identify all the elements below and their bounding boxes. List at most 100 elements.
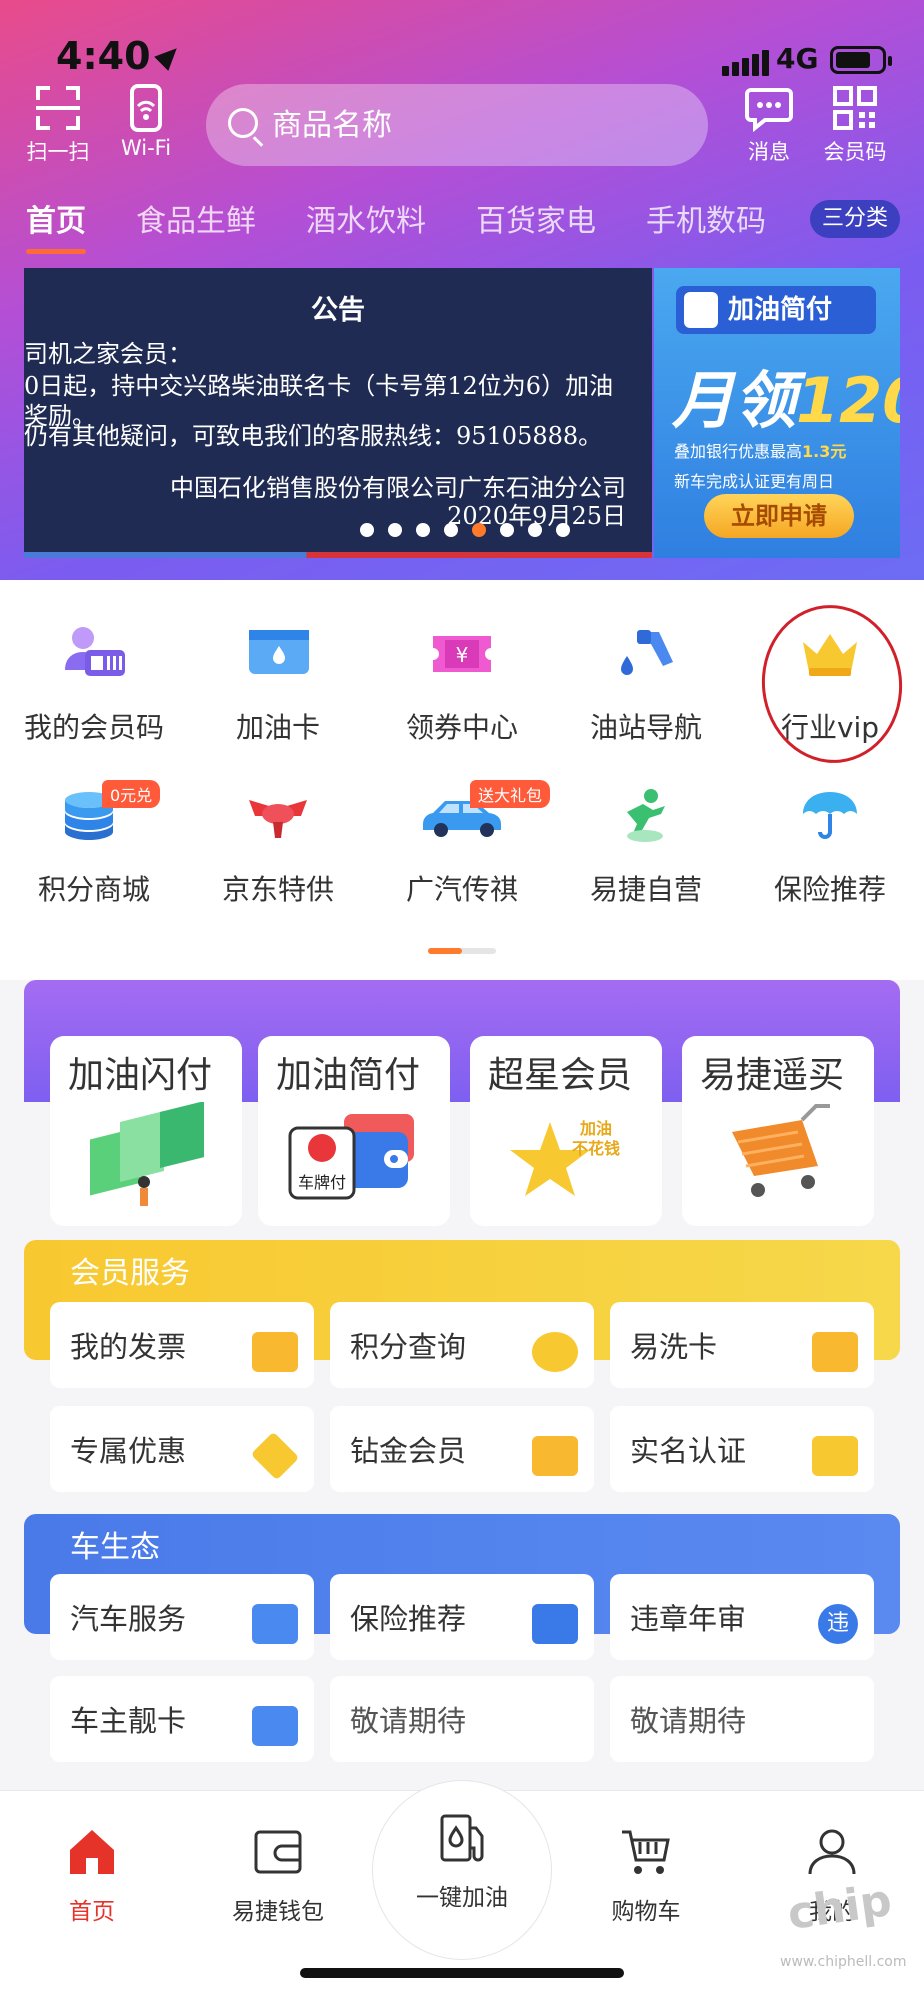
svg-text:chip: chip <box>785 1875 895 1940</box>
wash-card-icon <box>812 1332 858 1372</box>
category-tabs: 首页 食品生鲜 酒水饮料 百货家电 手机数码 三分类 <box>0 196 924 258</box>
carousel-dot[interactable] <box>388 523 402 537</box>
nav-label: 一键加油 <box>416 1885 508 1911</box>
grid-item-label: 我的会员码 <box>23 711 164 744</box>
grid-item-station-nav[interactable]: 油站导航 <box>556 624 736 746</box>
apply-now-button[interactable]: 立即申请 <box>704 494 854 538</box>
car-coming-soon: 敬请期待 <box>610 1676 874 1762</box>
watermark: chip www.chiphell.com <box>780 1875 907 1970</box>
category-button[interactable]: 三分类 <box>810 200 900 238</box>
promo-title: 加油简付 <box>276 1055 421 1096</box>
fuel-card-icon <box>243 624 313 684</box>
carousel-dot[interactable] <box>556 523 570 537</box>
home-icon <box>66 1826 118 1878</box>
id-card-icon <box>812 1436 858 1476</box>
car-insurance[interactable]: 保险推荐 <box>330 1574 594 1660</box>
carousel-dot[interactable] <box>528 523 542 537</box>
carousel-dot[interactable] <box>360 523 374 537</box>
grid-item-coupon-center[interactable]: ¥ 领券中心 <box>372 624 552 746</box>
service-points-query[interactable]: 积分查询 <box>330 1302 594 1388</box>
umbrella-icon <box>795 786 865 846</box>
announcement-banner[interactable]: 公告 司机之家会员： 0日起，持中交兴路柴油联名卡（卡号第12位为6）加油 奖励… <box>24 268 652 558</box>
grid-item-label: 广汽传祺 <box>405 873 518 906</box>
fuel-pump-icon <box>436 1812 488 1864</box>
location-arrow-icon <box>153 41 184 71</box>
service-real-name[interactable]: 实名认证 <box>610 1406 874 1492</box>
grid-item-points-mall[interactable]: 0元兑 积分商城 <box>4 780 184 908</box>
service-label: 实名认证 <box>630 1434 747 1468</box>
tab-home[interactable]: 首页 <box>26 196 86 254</box>
messages-button[interactable]: 消息 <box>729 84 809 166</box>
star-icon: 加油 不花钱 <box>500 1102 630 1212</box>
carousel-dot[interactable] <box>500 523 514 537</box>
tab-fresh-food[interactable]: 食品生鲜 <box>136 196 256 240</box>
car-service[interactable]: 汽车服务 <box>50 1574 314 1660</box>
promo-banner-line1: 叠加银行优惠最高1.3元 <box>674 442 847 461</box>
nav-wallet[interactable]: 易捷钱包 <box>208 1826 348 1926</box>
nav-cart[interactable]: 购物车 <box>576 1826 716 1926</box>
service-label: 积分查询 <box>350 1330 467 1364</box>
promo-card-remote-buy[interactable]: 易捷遥买 <box>682 1036 874 1226</box>
car-item-label: 保险推荐 <box>350 1602 467 1636</box>
tag-icon <box>250 1431 300 1481</box>
promo-card-super-star[interactable]: 超星会员 加油 不花钱 <box>470 1036 662 1226</box>
scan-label: 扫一扫 <box>26 140 90 164</box>
tab-drinks[interactable]: 酒水饮料 <box>306 196 426 240</box>
promo-card-simple-pay[interactable]: 加油简付 车牌付 <box>258 1036 450 1226</box>
promo-banner-fuel-pay[interactable]: 加油简付 月领120 叠加银行优惠最高1.3元 新车完成认证更有周日 立即申请 <box>654 268 900 558</box>
sinopec-logo-icon <box>684 292 718 328</box>
carousel-dots <box>360 522 584 541</box>
car-violation-inspection[interactable]: 违章年审 违 <box>610 1574 874 1660</box>
search-icon <box>228 108 258 138</box>
grid-item-label: 保险推荐 <box>773 873 886 906</box>
nav-home[interactable]: 首页 <box>22 1826 162 1926</box>
promo-title: 易捷遥买 <box>700 1055 845 1096</box>
runner-icon <box>611 786 681 846</box>
tab-appliances[interactable]: 百货家电 <box>476 196 596 240</box>
promo-title: 加油闪付 <box>68 1055 213 1096</box>
grid-item-fuel-card[interactable]: 加油卡 <box>188 624 368 746</box>
svg-text:加油: 加油 <box>579 1119 612 1138</box>
coupon-icon: ¥ <box>427 624 497 684</box>
car-service-icon <box>252 1604 298 1644</box>
banner-title: 公告 <box>311 295 365 326</box>
service-label: 钻金会员 <box>350 1434 467 1468</box>
service-exclusive-offers[interactable]: 专属优惠 <box>50 1406 314 1492</box>
status-bar: 4:40 4G <box>0 28 924 88</box>
member-code-label: 会员码 <box>823 140 887 164</box>
service-wash-card[interactable]: 易洗卡 <box>610 1302 874 1388</box>
insurance-shield-icon <box>532 1604 578 1644</box>
nav-label: 首页 <box>69 1899 115 1925</box>
grid-item-insurance[interactable]: 保险推荐 <box>740 786 920 908</box>
grid-item-jd-special[interactable]: 京东特供 <box>188 786 368 908</box>
wifi-label: Wi-Fi <box>120 136 172 160</box>
car-owner-card[interactable]: 车主靓卡 <box>50 1676 314 1762</box>
car-ecosystem-title: 车生态 <box>70 1530 160 1565</box>
carousel-dot-active[interactable] <box>472 523 486 537</box>
grid-item-easyjoy-self[interactable]: 易捷自营 <box>556 786 736 908</box>
home-indicator[interactable] <box>300 1968 624 1978</box>
cards-illustration-icon <box>80 1101 210 1212</box>
grid-item-member-code[interactable]: 我的会员码 <box>4 624 184 746</box>
promo-banner-headline: 月领120 <box>672 364 900 437</box>
nav-one-click-fuel[interactable]: 一键加油 <box>392 1812 532 1912</box>
grid-item-label: 京东特供 <box>221 873 334 906</box>
tab-digital[interactable]: 手机数码 <box>646 196 766 240</box>
wifi-button[interactable]: Wi-Fi <box>106 84 186 160</box>
search-input[interactable] <box>272 102 672 148</box>
service-my-invoice[interactable]: 我的发票 <box>50 1302 314 1388</box>
service-diamond-member[interactable]: 钻金会员 <box>330 1406 594 1492</box>
grid-item-label: 加油卡 <box>235 711 320 744</box>
grid-pager <box>428 948 496 954</box>
member-code-button[interactable]: 会员码 <box>815 84 895 166</box>
service-label: 我的发票 <box>70 1330 187 1364</box>
grid-item-gac-trumpchi[interactable]: 送大礼包 广汽传祺 <box>372 780 552 908</box>
scan-button[interactable]: 扫一扫 <box>18 84 98 166</box>
coming-soon-label: 敬请期待 <box>350 1704 467 1738</box>
promo-card-flash-pay[interactable]: 加油闪付 <box>50 1036 242 1226</box>
car-item-label: 违章年审 <box>630 1602 747 1636</box>
search-box[interactable] <box>206 84 708 166</box>
carousel-dot[interactable] <box>444 523 458 537</box>
battery-icon <box>830 46 892 74</box>
carousel-dot[interactable] <box>416 523 430 537</box>
